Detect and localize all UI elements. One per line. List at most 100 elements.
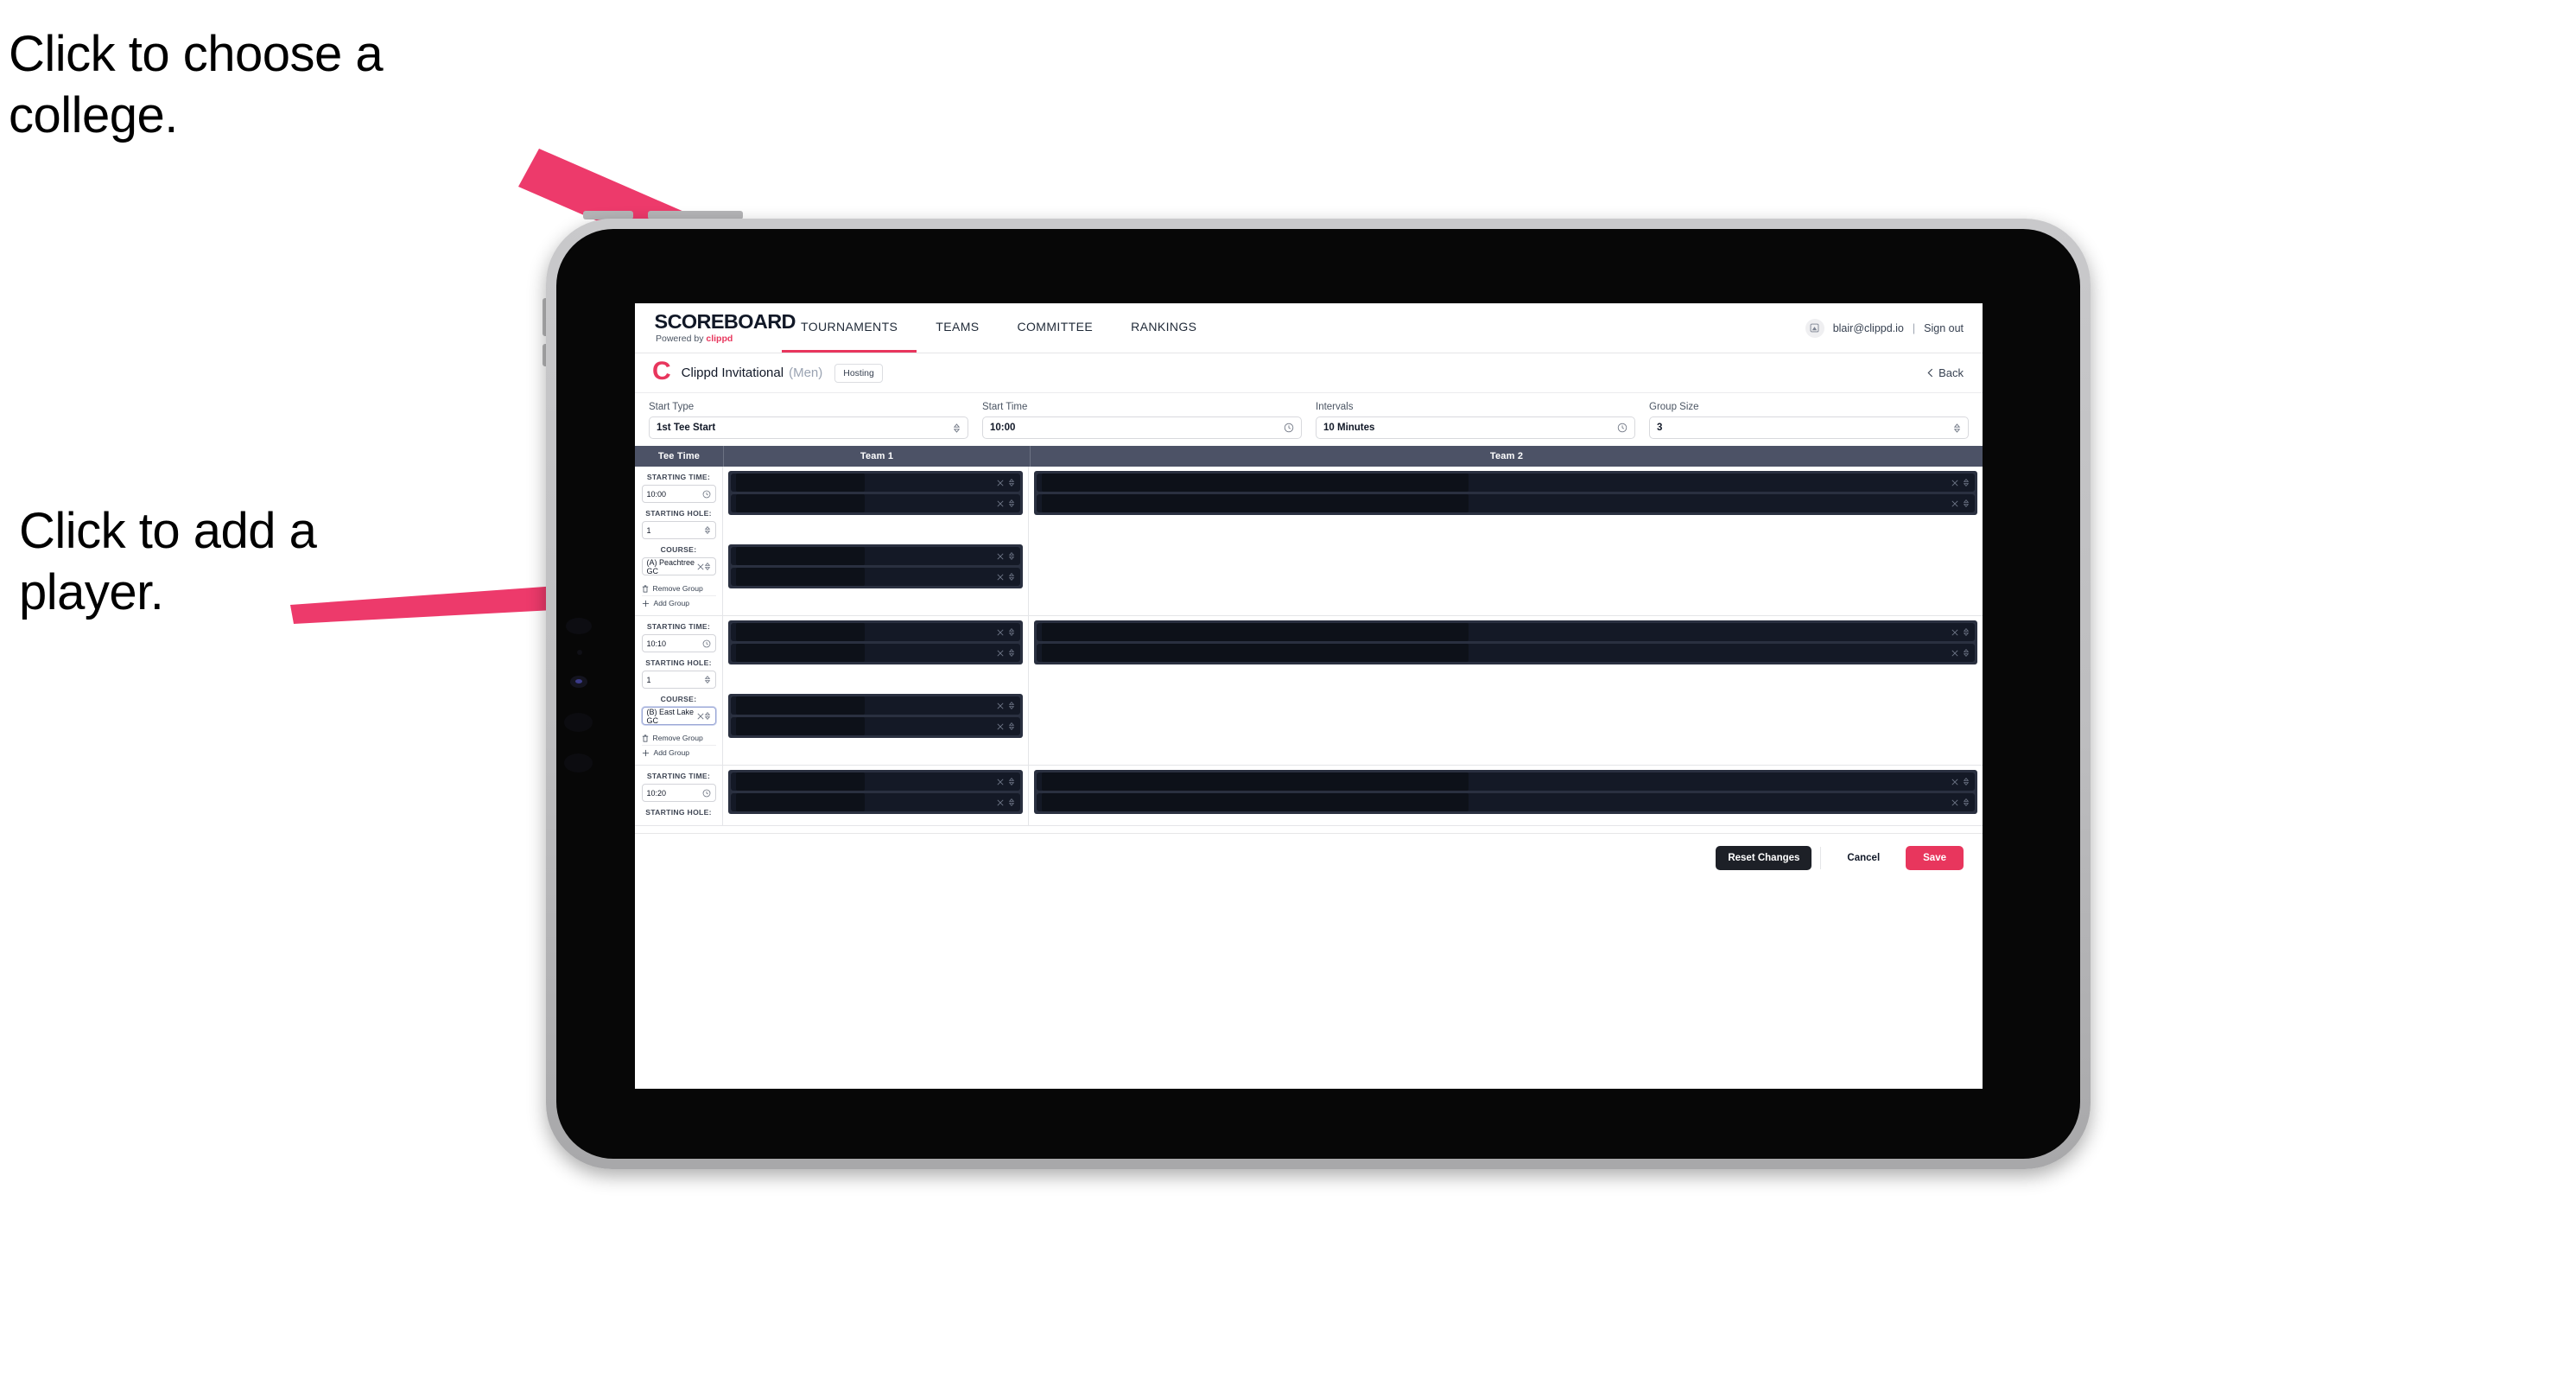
clear-icon[interactable] — [1951, 778, 1958, 785]
add-group-button[interactable]: Add Group — [641, 745, 716, 760]
cancel-button[interactable]: Cancel — [1830, 846, 1897, 870]
clear-icon[interactable] — [997, 552, 1004, 560]
slot-icons — [997, 478, 1015, 487]
save-button[interactable]: Save — [1906, 846, 1964, 870]
team-2-cell — [1029, 766, 1983, 825]
clear-icon[interactable] — [997, 573, 1004, 581]
chevron-updown-icon[interactable] — [1008, 722, 1015, 731]
player-slot[interactable] — [731, 717, 1020, 735]
clear-icon[interactable] — [696, 563, 704, 570]
player-slot[interactable] — [1037, 793, 1975, 811]
clear-icon[interactable] — [696, 712, 704, 720]
player-slot[interactable] — [731, 547, 1020, 565]
clear-icon[interactable] — [997, 479, 1004, 486]
app-logo[interactable]: SCOREBOARD Powered by clippd — [635, 303, 796, 353]
player-slot[interactable] — [1037, 494, 1975, 512]
tournament-subheader: C Clippd Invitational (Men) Hosting Back — [635, 353, 1983, 393]
chevron-updown-icon[interactable] — [1008, 499, 1015, 508]
column-header-team-2: Team 2 — [1489, 451, 1524, 461]
starting-time-input[interactable]: 10:20 — [641, 784, 716, 802]
course-select[interactable]: (A) Peachtree GC — [641, 557, 716, 575]
user-avatar-icon — [1810, 323, 1819, 333]
chevron-updown-icon[interactable] — [1963, 499, 1970, 508]
group-size-stepper[interactable]: 3 — [1649, 416, 1969, 439]
chevron-updown-icon[interactable] — [1008, 627, 1015, 637]
slot-icons — [997, 701, 1015, 710]
nav-tab-committee[interactable]: COMMITTEE — [999, 303, 1113, 353]
player-slot[interactable] — [731, 623, 1020, 641]
sign-out-link[interactable]: Sign out — [1924, 322, 1964, 334]
tablet-camera-lens-main — [566, 618, 592, 634]
clear-icon[interactable] — [1951, 479, 1958, 486]
intervals-input[interactable]: 10 Minutes — [1316, 416, 1635, 439]
nav-tab-teams-label: TEAMS — [936, 320, 980, 334]
starting-hole-stepper[interactable]: 1 — [641, 671, 716, 689]
slot-icons — [1951, 648, 1970, 658]
table-row: STARTING TIME: 10:10 STARTING HOLE: 1 CO… — [635, 616, 1983, 766]
nav-tab-rankings[interactable]: RANKINGS — [1112, 303, 1215, 353]
avatar[interactable] — [1805, 318, 1824, 338]
player-slot[interactable] — [731, 772, 1020, 791]
starting-hole-label: STARTING HOLE: — [645, 509, 712, 518]
clear-icon[interactable] — [997, 628, 1004, 636]
starting-time-input[interactable]: 10:10 — [641, 634, 716, 652]
player-slot[interactable] — [1037, 644, 1975, 662]
clear-icon[interactable] — [1951, 798, 1958, 806]
chevron-updown-icon[interactable] — [1008, 701, 1015, 710]
team-1-cell — [723, 616, 1029, 765]
starting-time-value: 10:10 — [646, 639, 667, 648]
chevron-updown-icon[interactable] — [1008, 798, 1015, 807]
logo-tagline: Powered by clippd — [656, 334, 782, 344]
clear-icon[interactable] — [997, 798, 1004, 806]
start-time-input[interactable]: 10:00 — [982, 416, 1302, 439]
control-start-type: Start Type 1st Tee Start — [649, 402, 968, 439]
chevron-updown-icon[interactable] — [1963, 478, 1970, 487]
player-slot[interactable] — [731, 568, 1020, 586]
add-group-button[interactable]: Add Group — [641, 595, 716, 610]
slot-icons — [997, 627, 1015, 637]
starting-time-input[interactable]: 10:00 — [641, 485, 716, 503]
clear-icon[interactable] — [1951, 628, 1958, 636]
chevron-updown-icon[interactable] — [1008, 777, 1015, 786]
clear-icon[interactable] — [1951, 649, 1958, 657]
player-slot[interactable] — [731, 474, 1020, 492]
player-slot[interactable] — [1037, 772, 1975, 791]
player-slot[interactable] — [731, 696, 1020, 715]
nav-tab-tournaments-label: TOURNAMENTS — [801, 320, 898, 334]
player-slot[interactable] — [731, 644, 1020, 662]
nav-tab-tournaments[interactable]: TOURNAMENTS — [782, 303, 917, 353]
starting-hole-label: STARTING HOLE: — [645, 808, 712, 817]
chevron-updown-icon[interactable] — [1008, 478, 1015, 487]
clear-icon[interactable] — [997, 722, 1004, 730]
player-slot[interactable] — [731, 494, 1020, 512]
back-button[interactable]: Back — [1927, 366, 1964, 379]
remove-group-button[interactable]: Remove Group — [642, 582, 716, 595]
player-slot-group — [728, 770, 1023, 814]
clear-icon[interactable] — [1951, 499, 1958, 507]
remove-group-label: Remove Group — [652, 734, 703, 742]
player-slot[interactable] — [731, 793, 1020, 811]
clear-icon[interactable] — [997, 499, 1004, 507]
reset-changes-button[interactable]: Reset Changes — [1716, 846, 1812, 870]
player-slot[interactable] — [1037, 474, 1975, 492]
clear-icon[interactable] — [997, 778, 1004, 785]
chevron-updown-icon[interactable] — [1008, 648, 1015, 658]
player-slot[interactable] — [1037, 623, 1975, 641]
course-select[interactable]: (B) East Lake GC — [641, 707, 716, 725]
remove-group-button[interactable]: Remove Group — [642, 731, 716, 745]
chevron-updown-icon[interactable] — [1963, 648, 1970, 658]
pairings-table-body[interactable]: STARTING TIME: 10:00 STARTING HOLE: 1 CO… — [635, 467, 1983, 834]
chevron-updown-icon[interactable] — [1963, 798, 1970, 807]
start-type-select[interactable]: 1st Tee Start — [649, 416, 968, 439]
nav-tab-teams[interactable]: TEAMS — [917, 303, 998, 353]
starting-hole-stepper[interactable]: 1 — [641, 521, 716, 539]
tee-time-cell: STARTING TIME: 10:00 STARTING HOLE: 1 CO… — [635, 467, 723, 615]
slot-icons — [997, 499, 1015, 508]
chevron-updown-icon[interactable] — [1008, 572, 1015, 582]
chevron-updown-icon[interactable] — [1963, 777, 1970, 786]
chevron-updown-icon[interactable] — [1008, 551, 1015, 561]
clear-icon[interactable] — [997, 702, 1004, 709]
plus-icon — [642, 600, 649, 607]
clear-icon[interactable] — [997, 649, 1004, 657]
chevron-updown-icon[interactable] — [1963, 627, 1970, 637]
